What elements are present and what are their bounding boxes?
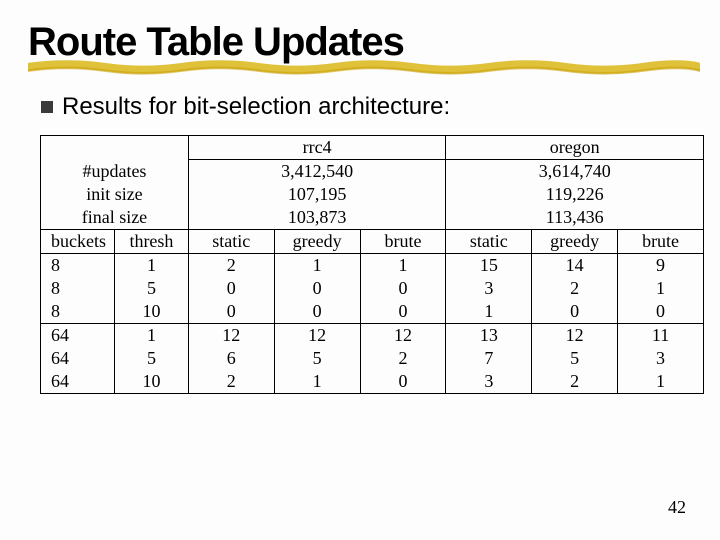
bullet-text: Results for bit-selection architecture: <box>62 93 450 121</box>
table-cell: 0 <box>188 277 274 300</box>
table-cell: 2 <box>188 370 274 394</box>
table-cell: 1 <box>360 254 446 278</box>
table-cell: 2 <box>188 254 274 278</box>
table-cell: 1 <box>274 254 360 278</box>
table-cell: 1 <box>446 300 532 324</box>
table-row: 8 5 0 0 0 3 2 1 <box>41 277 704 300</box>
table-cell: 2 <box>532 370 618 394</box>
table-cell: brute <box>618 230 704 254</box>
bullet-item: Results for bit-selection architecture: <box>40 93 692 121</box>
table-cell: #updates <box>41 160 189 184</box>
table-cell: 12 <box>188 324 274 348</box>
table-cell: 3,412,540 <box>188 160 446 184</box>
table-cell: 13 <box>446 324 532 348</box>
results-table: rrc4 oregon #updates 3,412,540 3,614,740… <box>40 135 704 394</box>
table-cell: 5 <box>532 347 618 370</box>
slide-title: Route Table Updates <box>28 20 692 65</box>
table-cell: 6 <box>188 347 274 370</box>
table-cell: 5 <box>114 347 188 370</box>
table-cell: greedy <box>274 230 360 254</box>
table-cell: 64 <box>41 370 115 394</box>
table-row: 64 1 12 12 12 13 12 11 <box>41 324 704 348</box>
table-cell: buckets <box>41 230 115 254</box>
table-cell: 8 <box>41 254 115 278</box>
table-row: 64 5 6 5 2 7 5 3 <box>41 347 704 370</box>
table-cell: 3 <box>446 277 532 300</box>
bullet-square-icon <box>40 100 54 114</box>
table-cell: 1 <box>618 370 704 394</box>
table-cell: 0 <box>274 277 360 300</box>
table-row: 64 10 2 1 0 3 2 1 <box>41 370 704 394</box>
table-column-header-row: buckets thresh static greedy brute stati… <box>41 230 704 254</box>
table-cell <box>41 136 189 160</box>
table-cell: 1 <box>274 370 360 394</box>
table-row: #updates 3,412,540 3,614,740 <box>41 160 704 184</box>
table-cell: rrc4 <box>188 136 446 160</box>
table-cell: 0 <box>274 300 360 324</box>
table-cell: 10 <box>114 370 188 394</box>
title-block: Route Table Updates <box>28 20 692 65</box>
table-cell: static <box>446 230 532 254</box>
table-cell: 64 <box>41 324 115 348</box>
table-cell: 2 <box>532 277 618 300</box>
table-cell: 15 <box>446 254 532 278</box>
table-cell: init size <box>41 183 189 206</box>
table-cell: 3 <box>618 347 704 370</box>
table-cell: 11 <box>618 324 704 348</box>
table-cell: 2 <box>360 347 446 370</box>
table-cell: greedy <box>532 230 618 254</box>
table-cell: 0 <box>618 300 704 324</box>
table-cell: 7 <box>446 347 532 370</box>
table-cell: 0 <box>360 277 446 300</box>
table-cell: 1 <box>618 277 704 300</box>
page-number: 42 <box>668 497 686 518</box>
table-cell: 1 <box>114 324 188 348</box>
table-cell: 0 <box>360 300 446 324</box>
table-cell: 5 <box>114 277 188 300</box>
table-cell: 12 <box>532 324 618 348</box>
table-row: final size 103,873 113,436 <box>41 206 704 230</box>
table-cell: 103,873 <box>188 206 446 230</box>
table-cell: 8 <box>41 277 115 300</box>
table-cell: oregon <box>446 136 704 160</box>
table-cell: 3,614,740 <box>446 160 704 184</box>
table-cell: 1 <box>114 254 188 278</box>
table-cell: 0 <box>532 300 618 324</box>
table-row: init size 107,195 119,226 <box>41 183 704 206</box>
table-cell: 107,195 <box>188 183 446 206</box>
table-cell: 119,226 <box>446 183 704 206</box>
table-cell: thresh <box>114 230 188 254</box>
table-cell: 12 <box>274 324 360 348</box>
table-cell: 14 <box>532 254 618 278</box>
table-cell: 12 <box>360 324 446 348</box>
table-cell: static <box>188 230 274 254</box>
table-cell: 0 <box>188 300 274 324</box>
table-cell: 10 <box>114 300 188 324</box>
table-cell: brute <box>360 230 446 254</box>
table-cell: 0 <box>360 370 446 394</box>
table-dataset-header-row: rrc4 oregon <box>41 136 704 160</box>
table-row: 8 1 2 1 1 15 14 9 <box>41 254 704 278</box>
table-cell: final size <box>41 206 189 230</box>
slide: Route Table Updates Results for bit-sele… <box>0 0 720 414</box>
table-cell: 113,436 <box>446 206 704 230</box>
table-cell: 9 <box>618 254 704 278</box>
table-cell: 8 <box>41 300 115 324</box>
table-cell: 64 <box>41 347 115 370</box>
table-cell: 5 <box>274 347 360 370</box>
table-cell: 3 <box>446 370 532 394</box>
table-row: 8 10 0 0 0 1 0 0 <box>41 300 704 324</box>
